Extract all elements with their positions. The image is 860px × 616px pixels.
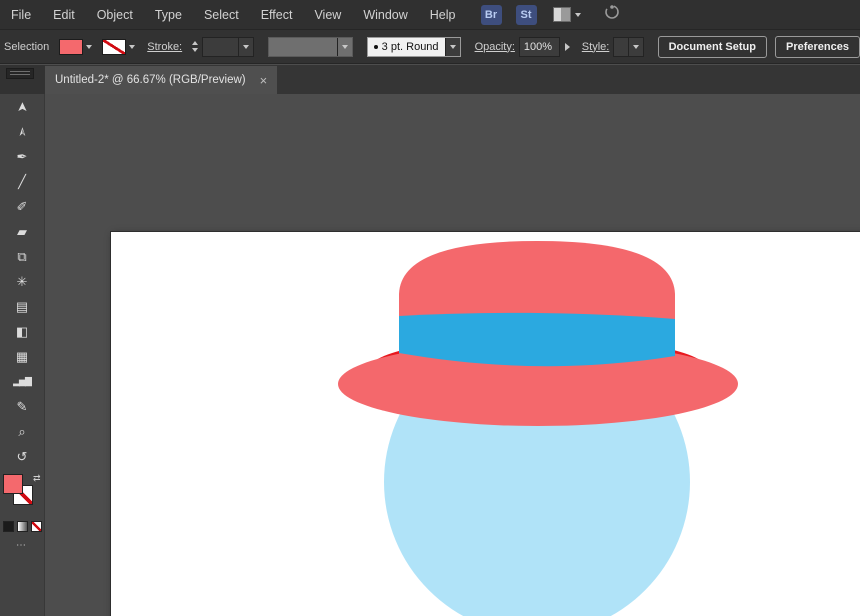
fill-swatch[interactable] [3,474,23,494]
document-setup-button[interactable]: Document Setup [658,36,767,58]
opacity-panel-link[interactable]: Opacity: [475,41,515,53]
fill-color-swatch[interactable] [59,39,83,55]
rotate-view-tool[interactable]: ↺ [0,444,45,469]
swap-fill-stroke-icon[interactable]: ⇄ [33,473,41,484]
pencil-tool[interactable]: ✎ [0,394,45,419]
brush-definition-value: 3 pt. Round [378,41,445,53]
rotate-view-tool-icon: ↺ [17,449,28,465]
menu-view[interactable]: View [303,0,352,30]
menu-select[interactable]: Select [193,0,250,30]
zoom-tool-icon: ⌕ [18,424,25,440]
free-transform-tool[interactable]: ✳ [0,269,45,294]
zoom-tool[interactable]: ⌕ [0,419,45,444]
artboard[interactable] [110,231,860,616]
stepper-up-icon[interactable] [192,41,198,45]
brush-definition-select[interactable]: 3 pt. Round [367,37,461,57]
chevron-down-icon [337,38,352,56]
selection-tool-icon: ➤ [14,101,30,112]
tab-close-icon[interactable]: × [260,74,268,87]
pen-tool-icon: ✒ [17,149,28,165]
preferences-button[interactable]: Preferences [775,36,860,58]
fill-color-control[interactable] [59,39,92,55]
control-bar: Selection Stroke: 3 pt. Round Opacity: 1… [0,30,860,64]
free-transform-tool-icon: ✳ [17,274,28,290]
pencil-tool-icon: ✎ [17,399,28,415]
pen-tool[interactable]: ✒ [0,144,45,169]
document-tab[interactable]: Untitled-2* @ 66.67% (RGB/Preview) × [45,66,277,94]
direct-selection-tool[interactable]: ➣ [0,119,45,144]
menu-bar: File Edit Object Type Select Effect View… [0,0,860,30]
tabstrip-corner [0,65,45,94]
stroke-color-control[interactable] [102,39,135,55]
chevron-down-icon[interactable] [238,38,253,56]
chevron-down-icon [575,13,581,17]
style-select[interactable] [613,37,643,57]
column-graph-tool-icon: ▂▅▇ [13,376,31,387]
menu-object[interactable]: Object [86,0,144,30]
direct-selection-tool-icon: ➣ [14,126,30,137]
toolbar-panel-grip[interactable] [6,68,34,79]
opacity-value: 100% [520,41,559,53]
eraser-tool[interactable]: ▰ [0,219,45,244]
layout-pane-icon [553,7,571,22]
opacity-expand-icon[interactable] [565,43,570,51]
chevron-down-icon[interactable] [628,38,643,56]
paintbrush-tool[interactable]: ✐ [0,194,45,219]
mesh-tool[interactable]: ▦ [0,344,45,369]
draw-modes-icon[interactable]: ⋯ [16,540,28,551]
color-button[interactable] [3,521,14,532]
fill-stroke-indicator[interactable]: ⇄ [0,471,45,515]
menu-edit[interactable]: Edit [42,0,86,30]
selection-mode-label: Selection [4,41,49,53]
artboard-tool[interactable]: ▤ [0,294,45,319]
chevron-down-icon [129,45,135,49]
artwork-svg [111,232,860,616]
color-mode-buttons [3,521,42,532]
opacity-input[interactable]: 100% [519,37,560,57]
scale-tool-icon: ⧉ [17,249,26,265]
tools-panel: ➤ ➣ ✒ ╱ ✐ ▰ ⧉ ✳ ▤ ◧ ▦ ▂▅▇ ✎ ⌕ ↺ ⇄ ⋯ [0,94,45,616]
gradient-tool-icon: ◧ [16,324,28,340]
canvas-pasteboard[interactable] [45,94,860,616]
line-segment-tool[interactable]: ╱ [0,169,45,194]
gradient-button[interactable] [17,521,28,532]
stroke-weight-stepper[interactable] [192,41,198,52]
document-tab-strip: Untitled-2* @ 66.67% (RGB/Preview) × [0,65,860,94]
stock-icon[interactable]: St [516,5,537,25]
menu-help[interactable]: Help [419,0,467,30]
selection-tool[interactable]: ➤ [0,94,45,119]
hat-band-shape[interactable] [399,313,675,366]
stroke-panel-link[interactable]: Stroke: [147,41,182,53]
mesh-tool-icon: ▦ [16,349,28,365]
line-tool-icon: ╱ [18,174,26,190]
stroke-color-swatch[interactable] [102,39,126,55]
chevron-down-icon[interactable] [445,38,460,56]
none-button[interactable] [31,521,42,532]
menu-effect[interactable]: Effect [250,0,304,30]
menu-type[interactable]: Type [144,0,193,30]
paintbrush-tool-icon: ✐ [17,199,28,215]
width-profile-select [268,37,353,57]
eraser-tool-icon: ▰ [17,224,27,240]
menu-file[interactable]: File [0,0,42,30]
document-tab-title: Untitled-2* @ 66.67% (RGB/Preview) [55,74,246,86]
style-panel-link[interactable]: Style: [582,41,610,53]
column-graph-tool[interactable]: ▂▅▇ [0,369,45,394]
gradient-tool[interactable]: ◧ [0,319,45,344]
stepper-down-icon[interactable] [192,48,198,52]
scale-tool[interactable]: ⧉ [0,244,45,269]
share-icon[interactable] [603,3,621,26]
menu-window[interactable]: Window [352,0,418,30]
bridge-icon[interactable]: Br [481,5,502,25]
arrange-documents-icon[interactable] [553,7,581,22]
artboard-tool-icon: ▤ [16,299,28,315]
chevron-down-icon [86,45,92,49]
stroke-weight-select[interactable] [202,37,253,57]
